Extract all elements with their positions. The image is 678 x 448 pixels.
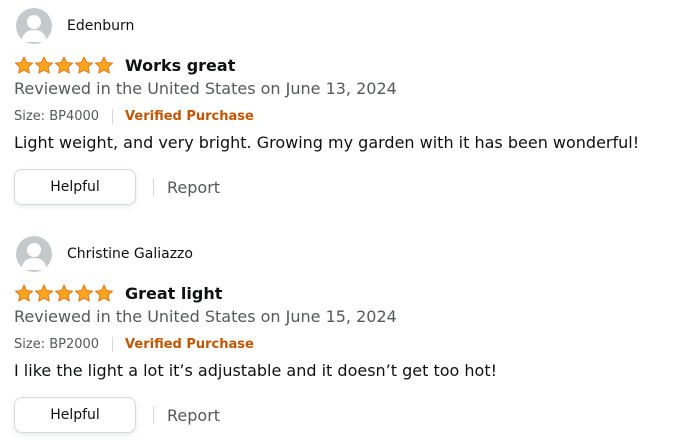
review-title-row: Works great xyxy=(14,53,235,77)
star-icon xyxy=(74,55,94,74)
verified-purchase-badge: Verified Purchase xyxy=(125,108,254,124)
review-date: Reviewed in the United States on June 13… xyxy=(14,79,397,98)
product-size-link[interactable]: Size: BP2000 xyxy=(14,337,99,352)
star-rating[interactable] xyxy=(14,283,114,303)
action-divider xyxy=(153,406,154,424)
report-link[interactable]: Report xyxy=(167,178,220,197)
review-title-link[interactable]: Works great xyxy=(125,56,235,75)
review-actions: Helpful Report xyxy=(14,396,220,434)
verified-purchase-badge: Verified Purchase xyxy=(125,336,254,352)
report-link[interactable]: Report xyxy=(167,406,220,425)
review-title-row: Great light xyxy=(14,281,222,305)
review-meta: Size: BP4000 Verified Purchase xyxy=(14,106,254,126)
review-card: Christine Galiazzo Great light Reviewed … xyxy=(0,228,678,448)
reviewer-name: Christine Galiazzo xyxy=(67,246,193,262)
star-icon xyxy=(94,55,114,74)
review-actions: Helpful Report xyxy=(14,168,220,206)
meta-divider xyxy=(112,108,114,124)
action-divider xyxy=(153,178,154,196)
review-title-link[interactable]: Great light xyxy=(125,284,222,303)
star-rating[interactable] xyxy=(14,55,114,75)
review-body: I like the light a lot it’s adjustable a… xyxy=(14,361,498,380)
review-card: Edenburn Works great Reviewed in the Uni… xyxy=(0,0,678,220)
star-icon xyxy=(54,283,74,302)
product-size-link[interactable]: Size: BP4000 xyxy=(14,109,99,124)
star-icon xyxy=(74,283,94,302)
star-icon xyxy=(94,283,114,302)
reviewer-profile[interactable]: Edenburn xyxy=(16,8,134,44)
star-icon xyxy=(34,55,54,74)
default-avatar-icon xyxy=(16,8,52,44)
star-icon xyxy=(34,283,54,302)
reviewer-name: Edenburn xyxy=(67,18,135,34)
star-icon xyxy=(14,283,34,302)
helpful-button[interactable]: Helpful xyxy=(14,397,136,433)
review-meta: Size: BP2000 Verified Purchase xyxy=(14,334,254,354)
review-body: Light weight, and very bright. Growing m… xyxy=(14,133,640,152)
default-avatar-icon xyxy=(16,236,52,272)
star-icon xyxy=(14,55,34,74)
meta-divider xyxy=(112,336,114,352)
reviewer-profile[interactable]: Christine Galiazzo xyxy=(16,236,193,272)
helpful-button[interactable]: Helpful xyxy=(14,169,136,205)
review-date: Reviewed in the United States on June 15… xyxy=(14,307,397,326)
star-icon xyxy=(54,55,74,74)
